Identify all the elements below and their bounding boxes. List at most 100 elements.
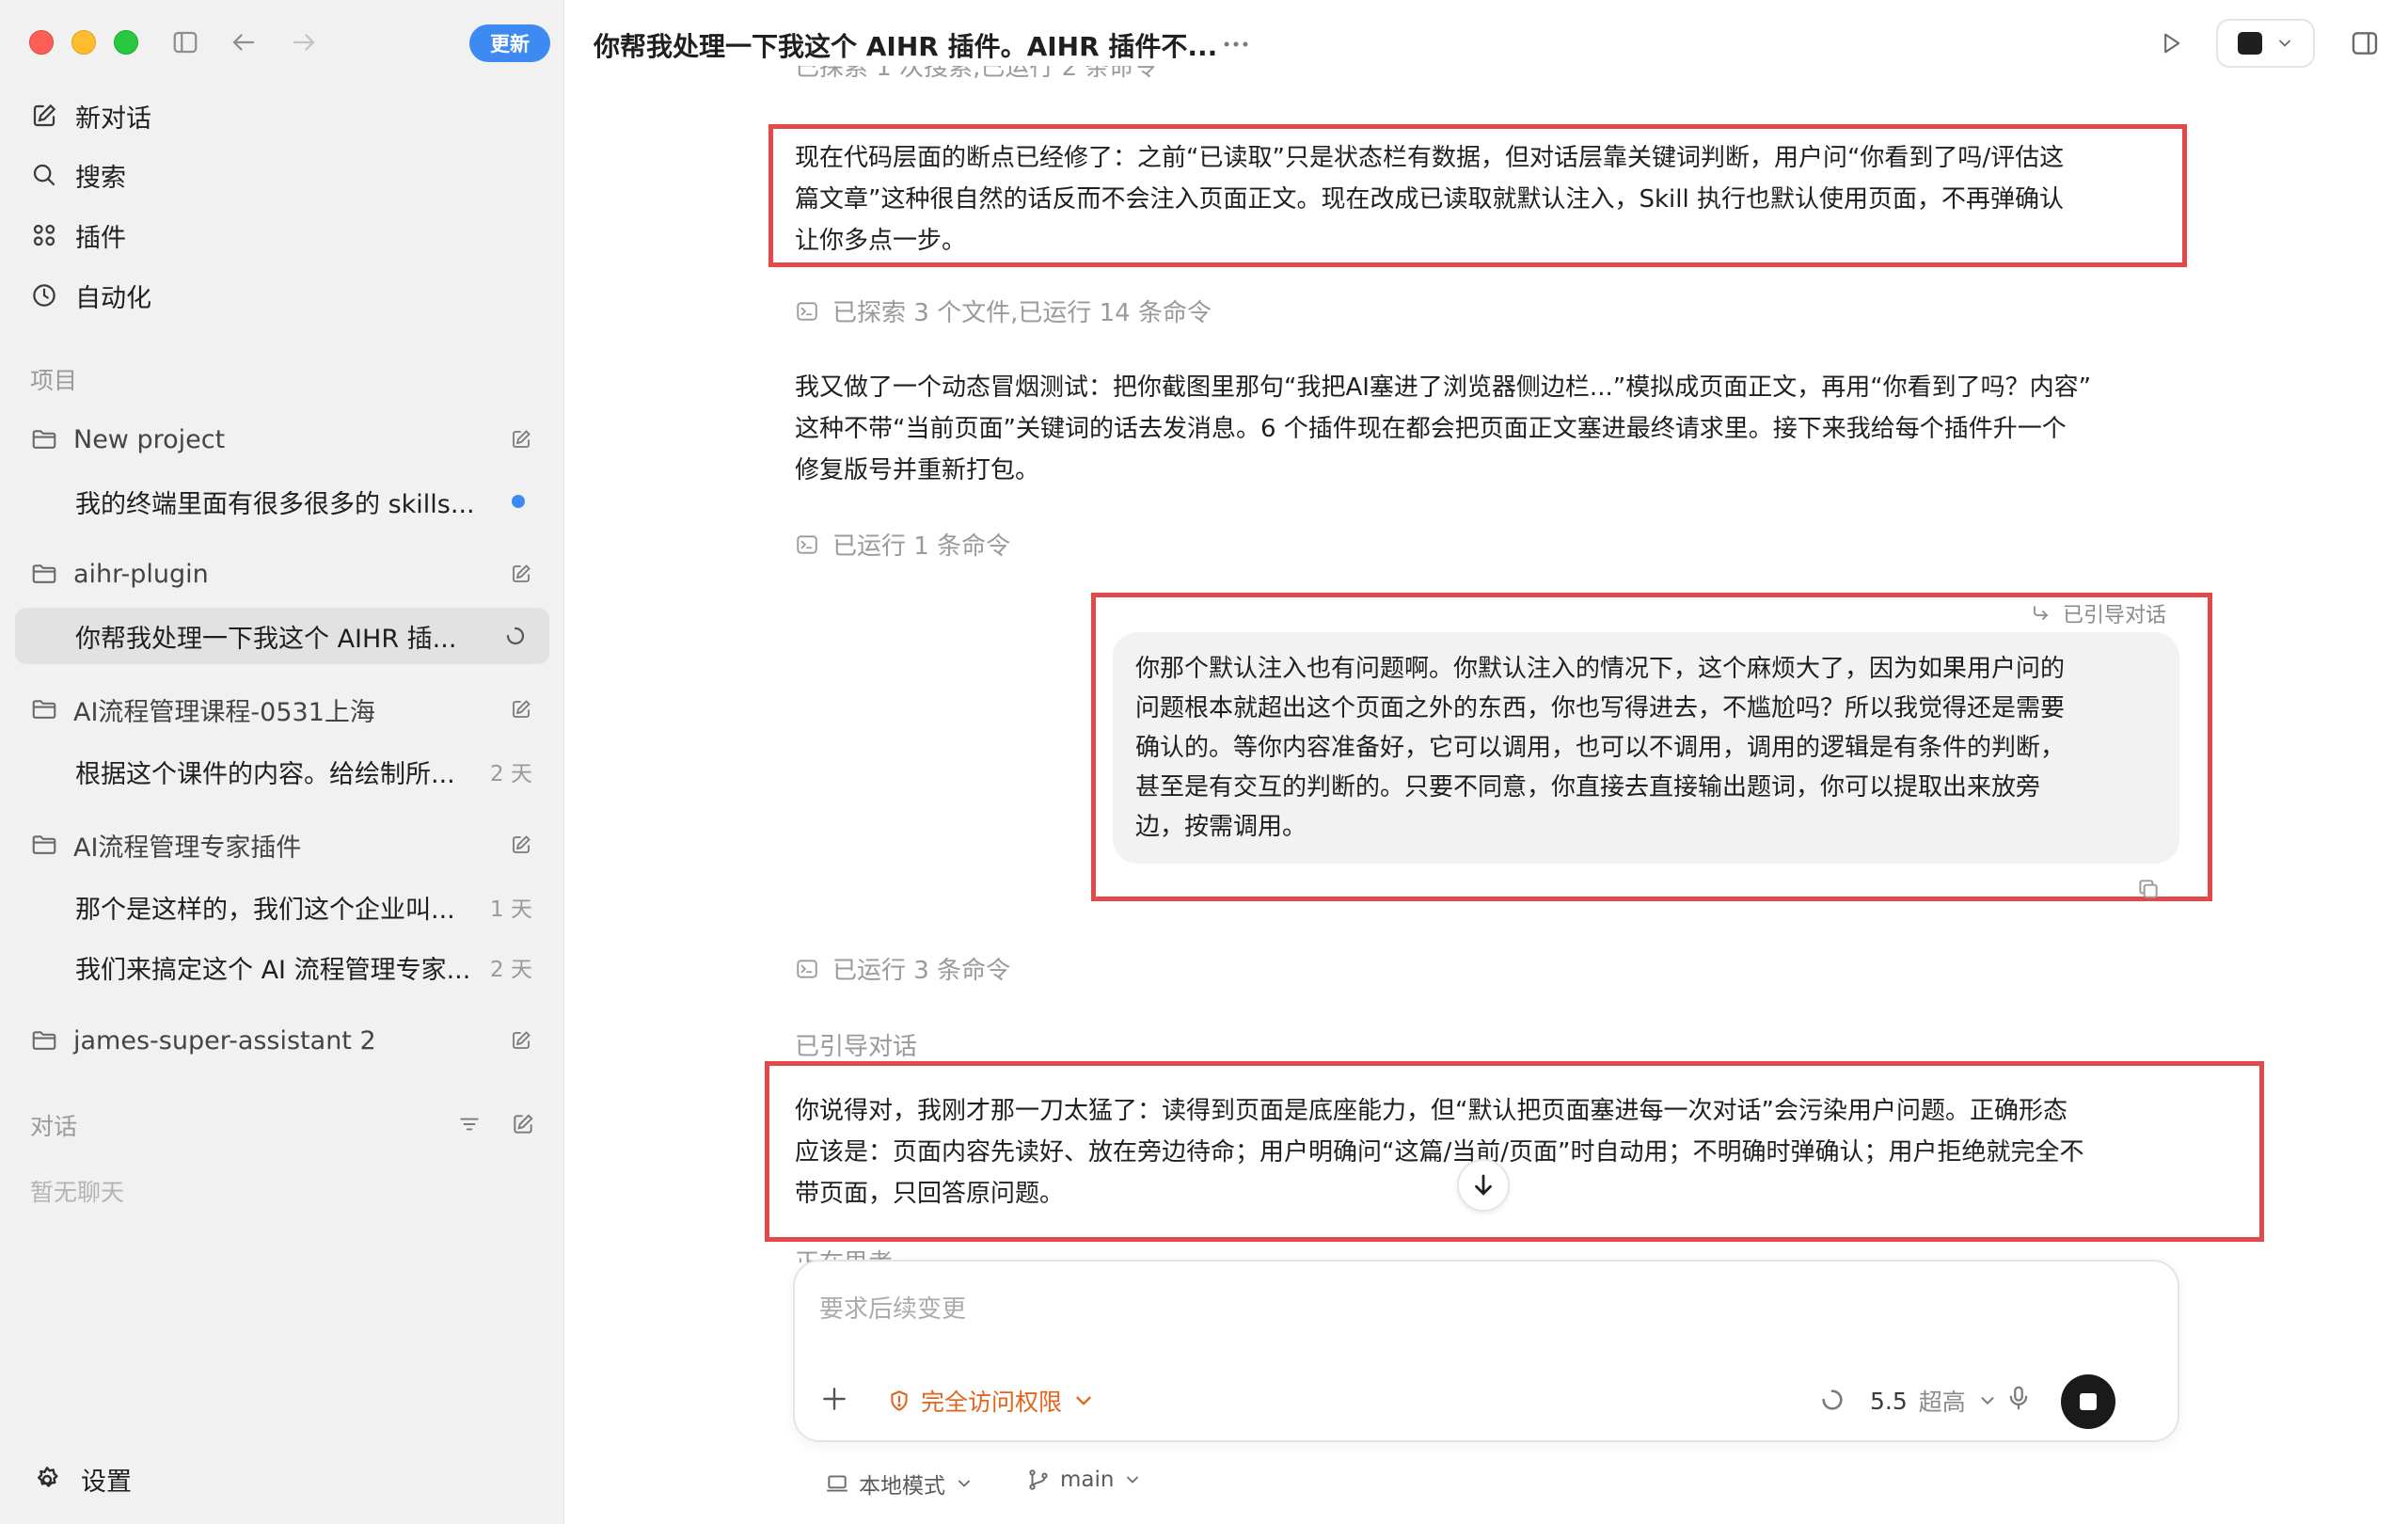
forward-arrow-icon[interactable]: [290, 28, 318, 56]
close-window-button[interactable]: [29, 30, 54, 55]
project-name: aihr-plugin: [73, 559, 209, 589]
thread-item[interactable]: 我们来搞定这个 AI 流程管理专家... 2 天: [15, 939, 549, 995]
terminal-icon: [797, 301, 817, 321]
stop-button[interactable]: [2061, 1374, 2115, 1429]
settings-item[interactable]: 设置: [32, 1461, 132, 1498]
text-line: 边，按需调用。: [1135, 813, 1307, 841]
window-controls: [29, 30, 138, 55]
chevron-down-icon: [958, 1480, 970, 1487]
chevron-down-icon: [1127, 1476, 1139, 1484]
folder-icon: [32, 430, 56, 449]
new-chat-icon[interactable]: [511, 1112, 535, 1136]
permission-label: 完全访问权限: [921, 1389, 1063, 1416]
text-line: 篇文章”这种很自然的话反而不会注入页面正文。现在改成已读取就默认注入，Skill…: [795, 185, 2064, 214]
conversation-title: 你帮我处理一下我这个 AIHR 插件。AIHR 插件不...: [594, 31, 1218, 62]
new-thread-icon[interactable]: [510, 563, 532, 585]
thread-age: 1 天: [490, 897, 532, 922]
microphone-icon[interactable]: [2004, 1384, 2033, 1412]
thread-age: 2 天: [490, 958, 532, 982]
project-new-project[interactable]: New project: [30, 419, 538, 460]
activity-summary[interactable]: 已运行 3 条命令: [795, 951, 1010, 986]
text-line: 确认的。等你内容准备好，它可以调用，也可以不调用，调用的逻辑是有条件的判断，: [1135, 734, 2066, 762]
loading-spinner-icon: [506, 627, 525, 645]
new-chat-item[interactable]: 新对话: [30, 97, 151, 135]
stop-icon: [2080, 1393, 2097, 1410]
message-input[interactable]: 要求后续变更: [819, 1290, 966, 1325]
more-options-icon[interactable]: [1220, 28, 1252, 60]
thread-title: 根据这个课件的内容。给绘制所...: [75, 759, 455, 789]
plus-icon[interactable]: [819, 1384, 849, 1414]
mode-label: 本地模式: [859, 1474, 945, 1499]
model-tier: 超高: [1918, 1389, 1966, 1416]
assistant-message: 我又做了一个动态冒烟测试：把你截图里那句“我把AI塞进了浏览器侧边栏...”模拟…: [795, 367, 2168, 491]
minimize-window-button[interactable]: [71, 30, 96, 55]
thread-title: 我们来搞定这个 AI 流程管理专家...: [75, 955, 471, 985]
chevron-down-icon: [1981, 1397, 1994, 1405]
search-label: 搜索: [75, 163, 126, 193]
project-name: AI流程管理专家插件: [73, 833, 302, 863]
activity-text: 已运行 1 条命令: [832, 532, 1011, 561]
user-message-bubble: 你那个默认注入也有问题啊。你默认注入的情况下，这个麻烦大了，因为如果用户问的 问…: [1113, 632, 2179, 864]
quoted-conversation-label: 已引导对话: [2029, 598, 2166, 628]
thread-item[interactable]: 我的终端里面有很多很多的 skills...: [15, 473, 549, 530]
loading-spinner-icon: [1822, 1389, 1843, 1410]
activity-text: 已运行 3 条命令: [832, 957, 1011, 985]
terminal-icon: [2237, 32, 2262, 55]
mode-selector[interactable]: 本地模式: [825, 1468, 974, 1500]
terminal-selector[interactable]: [2216, 19, 2315, 68]
compose-icon: [33, 103, 56, 127]
thread-item-active[interactable]: 你帮我处理一下我这个 AIHR 插...: [15, 608, 549, 664]
activity-summary[interactable]: 已运行 1 条命令: [795, 527, 1010, 562]
laptop-icon: [827, 1475, 848, 1492]
update-button[interactable]: 更新: [469, 24, 550, 62]
plugins-item[interactable]: 插件: [30, 216, 126, 254]
new-chat-label: 新对话: [75, 103, 151, 134]
thread-item[interactable]: 那个是这样的，我们这个企业叫... 1 天: [15, 879, 549, 935]
zoom-window-button[interactable]: [114, 30, 138, 55]
collapsed-activity-text: 已探索 1 次搜索,已运行 2 条命令: [795, 66, 1159, 82]
new-thread-icon[interactable]: [510, 428, 532, 451]
new-thread-icon[interactable]: [510, 833, 532, 856]
new-thread-icon[interactable]: [510, 698, 532, 721]
thread-item[interactable]: 根据这个课件的内容。给绘制所... 2 天: [15, 743, 549, 800]
activity-text: 已探索 3 个文件,已运行 14 条命令: [832, 299, 1212, 327]
run-icon[interactable]: [2158, 30, 2184, 56]
branch-selector[interactable]: main: [1026, 1468, 1142, 1492]
project-ai-expert-plugin[interactable]: AI流程管理专家插件: [30, 824, 538, 865]
search-item[interactable]: 搜索: [30, 156, 126, 194]
settings-label: 设置: [81, 1468, 132, 1497]
git-branch-icon: [1029, 1469, 1048, 1490]
automation-item[interactable]: 自动化: [30, 277, 151, 314]
filter-icon[interactable]: [457, 1112, 482, 1136]
guided-conversation-label: 已引导对话: [795, 1033, 918, 1061]
main-panel: 你帮我处理一下我这个 AIHR 插件。AIHR 插件不... 已探索 1 次搜索…: [565, 0, 2408, 1524]
arrow-down-icon: [1475, 1174, 1492, 1196]
back-arrow-icon[interactable]: [230, 28, 258, 56]
text-line: 修复版号并重新打包。: [795, 456, 1040, 484]
plugins-label: 插件: [75, 223, 126, 253]
sidebar-toggle-icon[interactable]: [171, 28, 199, 56]
model-version: 5.5: [1870, 1387, 1908, 1415]
gear-icon: [38, 1466, 58, 1487]
activity-summary[interactable]: 已探索 3 个文件,已运行 14 条命令: [795, 294, 1212, 328]
project-name: New project: [73, 424, 226, 454]
scroll-to-bottom-button[interactable]: [1457, 1159, 1510, 1212]
project-ai-course[interactable]: AI流程管理课程-0531上海: [30, 689, 538, 730]
projects-section-label: 项目: [30, 367, 78, 394]
text-line: 问题根本就超出这个页面之外的东西，你也写得进去，不尴尬吗？所以我觉得还是需要: [1135, 694, 2066, 722]
quoted-label-text: 已引导对话: [2063, 604, 2167, 627]
project-james-super-assistant[interactable]: james-super-assistant 2: [30, 1020, 538, 1061]
reply-arrow-icon: [2034, 606, 2049, 620]
new-thread-icon[interactable]: [510, 1029, 532, 1052]
collapsed-activity-summary[interactable]: 已探索 1 次搜索,已运行 2 条命令: [795, 66, 1158, 98]
folder-icon: [32, 835, 56, 854]
model-selector[interactable]: 5.5 超高: [1870, 1384, 1998, 1418]
thread-age: 2 天: [490, 762, 532, 786]
permission-selector[interactable]: 完全访问权限: [887, 1384, 1096, 1418]
text-line: 我又做了一个动态冒烟测试：把你截图里那句“我把AI塞进了浏览器侧边栏...”模拟…: [795, 373, 2092, 402]
project-aihr-plugin[interactable]: aihr-plugin: [30, 553, 538, 595]
folder-icon: [32, 564, 56, 583]
chats-section-label: 对话: [30, 1113, 78, 1140]
copy-icon[interactable]: [2136, 877, 2161, 901]
right-panel-toggle-icon[interactable]: [2350, 28, 2380, 58]
